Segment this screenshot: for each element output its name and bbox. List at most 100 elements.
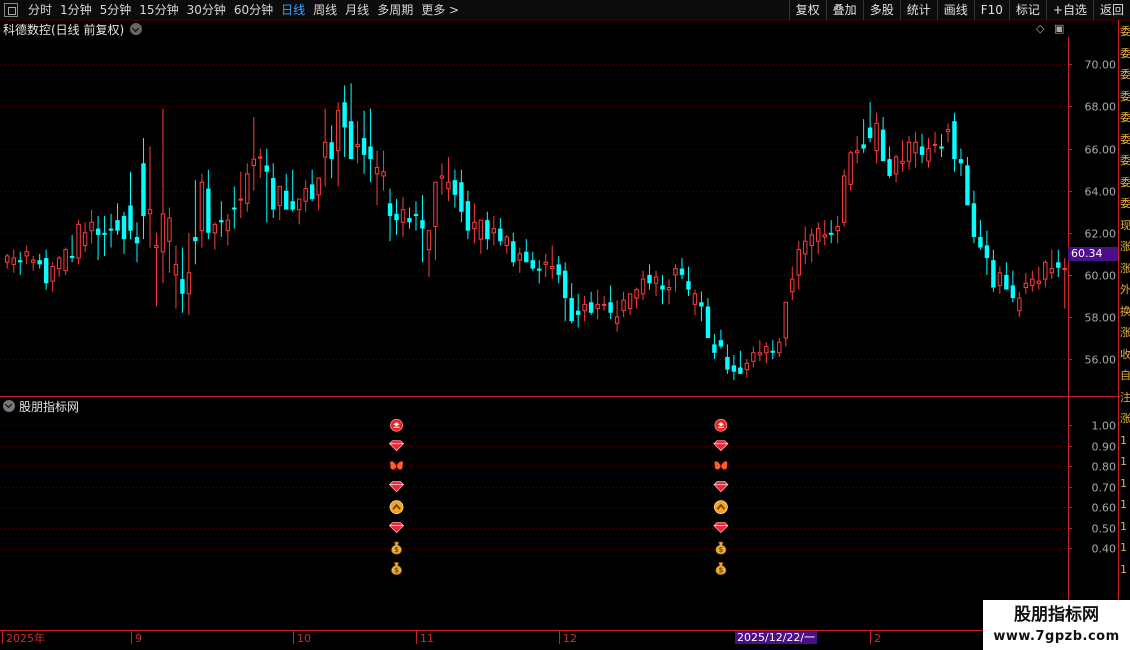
candle-body-down [562, 270, 568, 299]
candle-body-down [43, 258, 49, 284]
quote-field-glyph: 换 [1120, 304, 1130, 318]
indicator-tick-label: 0.70 [1092, 482, 1117, 495]
candle-body-down [1004, 274, 1009, 290]
candle-body-up [1036, 280, 1042, 284]
candle-body-up [24, 251, 29, 257]
candle-body-up [167, 217, 172, 242]
candle-body-down [394, 213, 399, 221]
diamond-icon [713, 522, 729, 534]
money-bag-icon: $ [715, 562, 727, 575]
quote-field-glyph: 1 [1120, 519, 1127, 533]
candle-body-down [102, 232, 107, 235]
indicator-tick-label: 0.80 [1092, 461, 1117, 474]
candle-body-up [11, 257, 16, 265]
watermark-url: www.7gpzb.com [993, 629, 1120, 644]
candle-body-up [757, 352, 763, 356]
candle-body-down [770, 350, 776, 353]
candle-body-down [1010, 285, 1016, 299]
candle-body-down [861, 144, 866, 149]
candle-body-down [290, 201, 295, 210]
candle-body-up [154, 244, 159, 249]
butterfly-icon [390, 461, 403, 471]
candle-body-down [348, 121, 354, 160]
candle-body-down [459, 182, 464, 212]
price-tick-label: 60.00 [1085, 270, 1117, 283]
candle-body-down [511, 241, 516, 263]
quote-field-glyph: 1 [1120, 476, 1127, 490]
red-circle-icon [390, 418, 403, 432]
gold-up-arrow-icon [389, 500, 404, 515]
indicator-title: 股朋指标网 [19, 399, 80, 414]
candle-body-up [238, 198, 244, 201]
candle-body-up [322, 141, 328, 158]
candle-body-up [582, 303, 587, 312]
quote-field-glyph: 自 [1120, 369, 1130, 382]
money-bag-icon: $ [715, 541, 727, 555]
svg-text:$: $ [394, 567, 399, 575]
candle-body-up [374, 167, 380, 175]
candle-body-down [465, 201, 471, 231]
quote-field-glyph: 1 [1120, 498, 1127, 511]
indicator-header: 股朋指标网 [0, 398, 79, 414]
kline-chart[interactable]: 70.00 68.00 66.00 64.00 62.00 60.00 58.00 56.00… [0, 0, 1130, 650]
candle-body-up [439, 175, 445, 179]
quote-field-glyph: 委 [1120, 25, 1130, 38]
quote-field-glyph: 收 [1120, 347, 1130, 361]
candle-body-down [828, 232, 834, 235]
svg-text:$: $ [718, 567, 723, 575]
candle-body-up [355, 143, 360, 147]
candle-body-up [854, 150, 860, 154]
quote-field-glyph: 现 [1120, 218, 1130, 232]
candle-body-down [725, 357, 730, 370]
candle-body-up [504, 236, 510, 246]
price-tick-label: 66.00 [1085, 144, 1117, 157]
date-tick-label: 2025年 [6, 631, 45, 645]
candle-body-down [679, 268, 685, 275]
diamond-icon [388, 440, 405, 452]
quote-field-glyph: 委 [1120, 46, 1130, 60]
candle-body-up [874, 122, 879, 152]
candle-body-down [608, 302, 613, 313]
red-circle-icon [714, 418, 728, 432]
candle-body-up [550, 265, 555, 270]
price-tick-label: 70.00 [1085, 59, 1117, 72]
candle-body-up [653, 276, 659, 284]
candle-body-up [601, 303, 607, 306]
candle-body-up [926, 148, 931, 162]
date-tick-label: 9 [135, 632, 142, 645]
candle-body-up [543, 261, 548, 265]
candle-body-up [809, 234, 814, 246]
candle-body-down [420, 220, 425, 229]
date-tick-label: 2 [874, 632, 881, 645]
candle-body-up [835, 225, 840, 232]
candle-body-down [524, 251, 529, 263]
candle-body-up [225, 219, 231, 232]
indicator-tick-label: 0.90 [1092, 441, 1117, 454]
chevron-down-icon[interactable] [3, 400, 15, 412]
candle-body-down [952, 121, 957, 160]
candle-body-up [517, 253, 522, 261]
candle-body-down [95, 228, 101, 235]
quote-panel-edge: 委委委委委委委委委现涨涨外换涨收自注涨1111111 [1120, 21, 1130, 601]
candle-body-down [867, 127, 873, 139]
candle-body-up [906, 141, 912, 162]
candle-body-down [121, 215, 127, 240]
price-tick-label: 68.00 [1085, 101, 1117, 114]
candle-body-down [965, 165, 970, 206]
candle-body-up [303, 188, 308, 202]
candle-body-up [640, 278, 646, 295]
candle-body-up [5, 255, 10, 263]
candle-body-up [1049, 268, 1054, 274]
svg-text:$: $ [718, 546, 723, 554]
candle-body-up [913, 141, 918, 154]
indicator-tick-label: 0.40 [1092, 543, 1117, 556]
candle-body-down [958, 159, 964, 164]
candle-body-down [984, 245, 990, 259]
candle-body-down [971, 203, 977, 237]
candle-body-up [692, 293, 698, 305]
candle-body-up [614, 316, 620, 324]
candle-body-up [893, 156, 899, 175]
candle-body-down [498, 228, 503, 242]
candle-body-down [588, 302, 594, 313]
candle-body-up [76, 223, 81, 259]
